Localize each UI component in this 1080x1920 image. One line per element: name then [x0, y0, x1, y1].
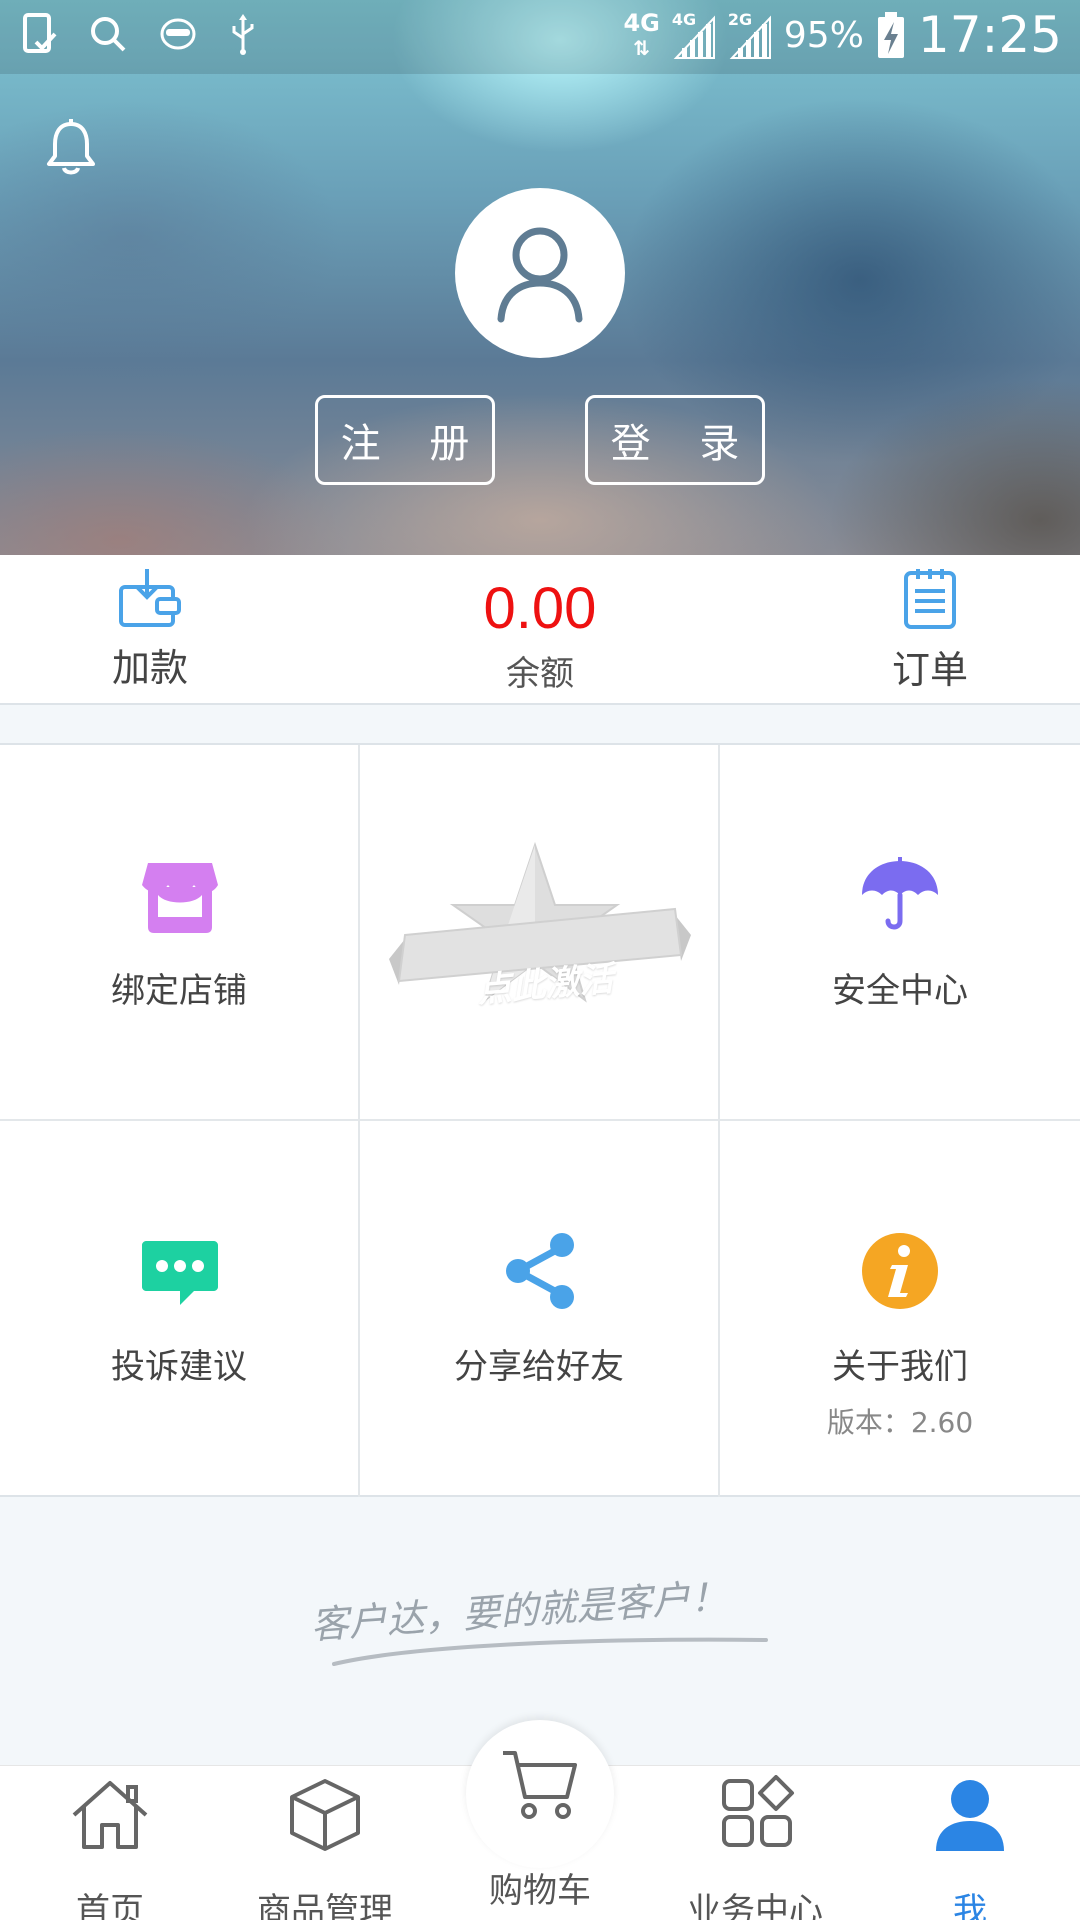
about-cell[interactable]: 关于我们 版本：2.60	[720, 1121, 1080, 1497]
info-icon	[862, 1233, 938, 1309]
network-type: 4G ⇅	[623, 8, 660, 60]
status-bar: 4G ⇅ 4G 2G 95% 17:25	[0, 0, 1080, 74]
profile-header: 4G ⇅ 4G 2G 95% 17:25 注 册 登 录	[0, 0, 1080, 555]
chat-bubble-icon	[142, 1241, 218, 1305]
slogan: 客户达，要的就是客户！	[300, 1560, 780, 1670]
balance-value: 0.00	[483, 576, 597, 641]
umbrella-icon	[862, 857, 938, 930]
store-icon	[142, 863, 218, 933]
user-outline-icon	[497, 227, 583, 323]
feature-grid: 绑定店铺 点此激活 安全中心 投诉建议 分享给好友 关于我们 版本：2.60	[0, 743, 1080, 1497]
feedback-label: 投诉建议	[111, 1347, 247, 1387]
tab-me-label: 我	[953, 1891, 987, 1920]
login-button[interactable]: 登 录	[585, 395, 765, 485]
account-summary: 加款 0.00 余额 订单	[0, 555, 1080, 705]
usb-icon	[232, 14, 254, 55]
tab-business[interactable]: 业务中心	[680, 1765, 830, 1920]
tab-home[interactable]: 首页	[40, 1765, 180, 1920]
tab-cart[interactable]: 购物车	[465, 1751, 615, 1920]
bell-icon[interactable]	[44, 118, 98, 178]
balance[interactable]: 0.00 余额	[440, 555, 640, 705]
share-label: 分享给好友	[454, 1347, 624, 1387]
orders-label: 订单	[891, 648, 968, 692]
tab-cart-label: 购物车	[489, 1871, 591, 1911]
orders-button[interactable]: 订单	[860, 555, 1000, 705]
share-cell[interactable]: 分享给好友	[360, 1121, 720, 1497]
device-check-icon	[23, 13, 57, 53]
signal-sim1-icon: 4G	[672, 10, 716, 60]
security-center-label: 安全中心	[832, 971, 968, 1011]
battery-charging-icon	[877, 12, 904, 58]
balance-label: 余额	[506, 654, 574, 694]
signal-sim2-icon: 2G	[728, 10, 772, 60]
clipboard-icon	[904, 569, 956, 629]
slogan-underline	[332, 1637, 768, 1666]
clock: 17:25	[917, 6, 1062, 64]
status-system-icons: 4G ⇅ 4G 2G 95% 17:25	[623, 6, 1062, 64]
avatar[interactable]	[455, 188, 625, 358]
box-icon	[290, 1779, 360, 1851]
tab-me[interactable]: 我	[900, 1765, 1040, 1920]
share-icon	[506, 1233, 574, 1309]
tab-products[interactable]: 商品管理	[250, 1765, 400, 1920]
security-center-cell[interactable]: 安全中心	[720, 745, 1080, 1121]
bind-store-cell[interactable]: 绑定店铺	[0, 745, 360, 1121]
search-icon	[91, 17, 126, 52]
mask-app-icon	[160, 18, 196, 50]
add-funds-label: 加款	[111, 646, 188, 690]
tab-business-label: 业务中心	[687, 1891, 823, 1920]
version-label: 版本：2.60	[826, 1406, 974, 1439]
battery-percent: 95%	[783, 14, 864, 56]
cart-icon	[503, 1751, 577, 1819]
activate-cell[interactable]: 点此激活	[360, 745, 720, 1121]
register-button[interactable]: 注 册	[315, 395, 495, 485]
bind-store-label: 绑定店铺	[111, 971, 247, 1011]
wallet-add-icon	[119, 569, 181, 627]
add-funds-button[interactable]: 加款	[80, 555, 220, 705]
about-label: 关于我们	[832, 1347, 968, 1387]
user-icon	[936, 1780, 1004, 1851]
home-icon	[72, 1781, 148, 1849]
tab-products-label: 商品管理	[257, 1891, 393, 1920]
apps-icon	[722, 1775, 794, 1847]
tab-home-label: 首页	[76, 1891, 144, 1920]
feedback-cell[interactable]: 投诉建议	[0, 1121, 360, 1497]
status-notification-icons	[22, 12, 258, 56]
